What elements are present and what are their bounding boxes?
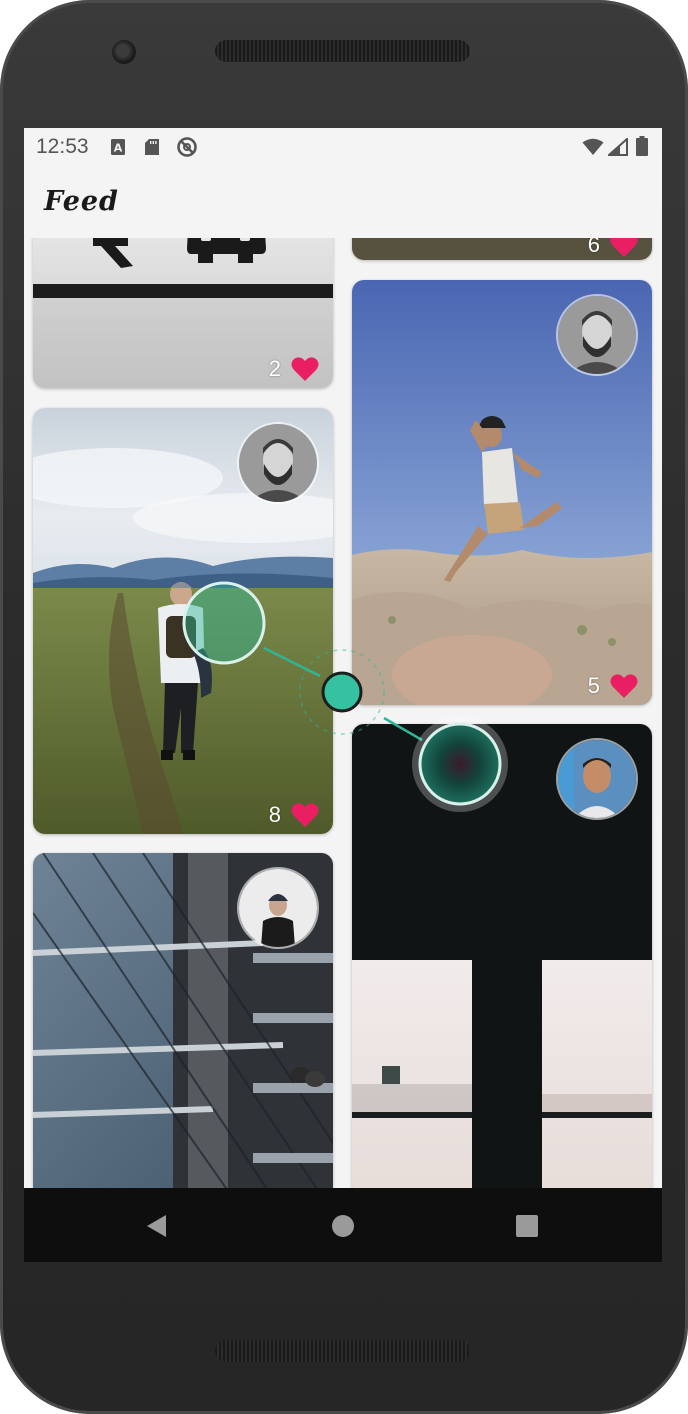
a-box-icon: A <box>111 139 125 155</box>
bearded-man-avatar[interactable] <box>237 422 319 504</box>
like-count: 5 <box>587 673 600 698</box>
screen: 12:53 A Feed 2 8 6 5 <box>24 128 662 1262</box>
wifi-icon <box>582 138 604 155</box>
feed-card-glass-building[interactable] <box>33 853 333 1188</box>
page-title: Feed <box>44 186 119 217</box>
navigation-bar <box>24 1188 662 1262</box>
likes: 8 <box>269 802 319 828</box>
status-time: 12:53 <box>36 135 89 158</box>
feed-grid[interactable]: 2 8 6 5 <box>24 238 662 1188</box>
status-bar: 12:53 A <box>24 128 662 166</box>
app-bar: Feed <box>24 166 662 238</box>
cell-signal-icon <box>608 138 628 156</box>
like-count: 8 <box>268 802 281 827</box>
feed-card-dark-window[interactable] <box>352 724 652 1188</box>
like-count: 2 <box>268 356 281 381</box>
likes: 6 <box>588 238 638 258</box>
back-icon[interactable] <box>144 1213 170 1239</box>
bearded-man-avatar[interactable] <box>556 294 638 376</box>
feed-card-jumping-man[interactable]: 5 <box>352 280 652 705</box>
svg-text:A: A <box>114 142 123 155</box>
likes: 2 <box>269 356 319 382</box>
smiling-boy-avatar[interactable] <box>556 738 638 820</box>
heart-icon[interactable] <box>610 673 638 699</box>
home-icon[interactable] <box>330 1213 356 1239</box>
bottom-speaker-grille <box>215 1340 470 1362</box>
do-not-disturb-icon <box>177 137 197 157</box>
likes: 5 <box>588 673 638 699</box>
feed-card-hiker-field[interactable]: 8 <box>33 408 333 834</box>
feed-card-car-sign[interactable]: 2 <box>33 238 333 388</box>
like-count: 6 <box>587 238 600 257</box>
phone-frame: 12:53 A Feed 2 8 6 5 <box>0 0 688 1414</box>
battery-icon <box>636 136 648 156</box>
feed-card-desert-top[interactable]: 6 <box>352 238 652 260</box>
sd-card-icon <box>145 139 159 155</box>
top-speaker-grille <box>215 40 470 62</box>
front-camera <box>112 40 136 64</box>
man-beanie-avatar[interactable] <box>237 867 319 949</box>
heart-icon[interactable] <box>291 356 319 382</box>
heart-icon[interactable] <box>291 802 319 828</box>
recents-icon[interactable] <box>514 1213 540 1239</box>
heart-icon[interactable] <box>610 238 638 258</box>
